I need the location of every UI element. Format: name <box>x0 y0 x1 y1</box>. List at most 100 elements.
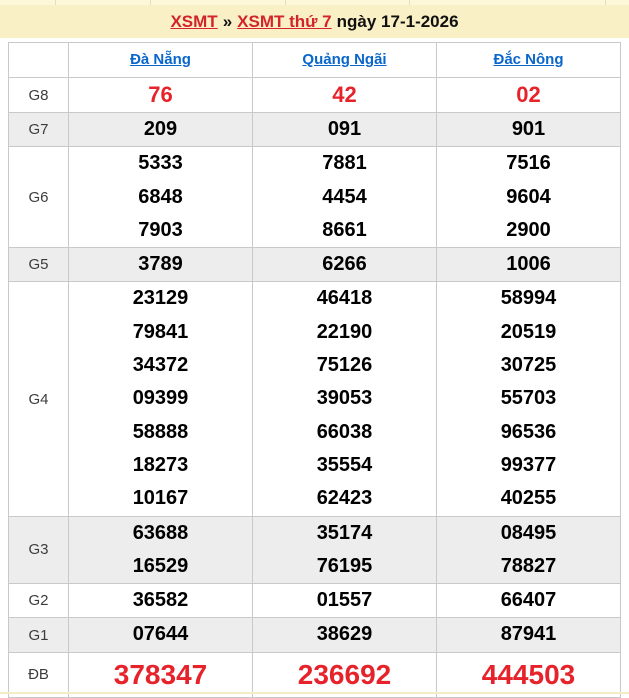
prize-numbers-cell: 66407 <box>436 583 621 619</box>
prize-label: G5 <box>8 247 69 283</box>
prize-number: 62423 <box>316 487 373 510</box>
corner-cell <box>8 42 69 78</box>
prize-number: 02 <box>516 82 541 107</box>
prize-numbers-cell: 3789 <box>68 247 253 283</box>
prize-number: 378347 <box>113 658 208 690</box>
prize-number: 42 <box>332 82 357 107</box>
prize-label: G2 <box>8 583 69 619</box>
prize-numbers-cell: 378347 <box>68 651 253 698</box>
prize-number: 3789 <box>138 253 183 276</box>
prize-numbers-cell: 1006 <box>436 247 621 283</box>
prize-numbers-cell: 87941 <box>436 617 621 653</box>
prize-number: 36582 <box>132 589 189 612</box>
prize-label: G7 <box>8 111 69 148</box>
prize-numbers-cell: 091 <box>252 111 437 148</box>
prize-label: G6 <box>8 146 69 249</box>
prize-number: 76 <box>148 82 173 107</box>
table-row: G1 07644 38629 87941 <box>8 617 621 653</box>
tab-divider <box>605 0 606 5</box>
prize-number: 55703 <box>500 387 557 410</box>
column-header-row: Đà Nẵng Quảng Ngãi Đắc Nông <box>8 42 621 78</box>
prize-number: 75126 <box>316 354 373 377</box>
prize-numbers-cell: 38629 <box>252 617 437 653</box>
prize-number: 87941 <box>500 623 557 646</box>
prize-number: 8661 <box>322 218 367 241</box>
prize-numbers-cell: 36582 <box>68 583 253 619</box>
prize-number: 444503 <box>481 658 576 690</box>
xsmt-link[interactable]: XSMT <box>170 12 217 32</box>
prize-numbers-cell: 7881 4454 8661 <box>252 146 437 249</box>
prize-number: 58888 <box>132 420 189 443</box>
prize-number: 10167 <box>132 487 189 510</box>
prize-numbers-cell: 01557 <box>252 583 437 619</box>
prize-number: 2900 <box>506 218 551 241</box>
tab-divider <box>285 0 286 5</box>
prize-numbers-cell: 02 <box>436 77 621 113</box>
prize-number: 39053 <box>316 387 373 410</box>
prize-numbers-cell: 901 <box>436 111 621 148</box>
prize-numbers-cell: 07644 <box>68 617 253 653</box>
prize-number: 01557 <box>316 589 373 612</box>
prize-number: 09399 <box>132 387 189 410</box>
prize-number: 63688 <box>132 521 189 544</box>
prize-label: G3 <box>8 515 69 585</box>
prize-number: 7881 <box>322 152 367 175</box>
tab-strip <box>0 0 629 5</box>
prize-number: 209 <box>143 118 178 140</box>
prize-number: 78827 <box>500 554 557 577</box>
results-table: Đà Nẵng Quảng Ngãi Đắc Nông G8 76 42 02 G7 20… <box>8 42 621 698</box>
prize-number: 6848 <box>138 185 183 208</box>
title-band: XSMT » XSMT thứ 7 ngày 17-1-2026 <box>0 5 629 38</box>
prize-number: 9604 <box>506 185 551 208</box>
prize-number: 34372 <box>132 354 189 377</box>
prize-number: 18273 <box>132 453 189 476</box>
prize-number: 16529 <box>132 554 189 577</box>
prize-number: 7516 <box>506 152 551 175</box>
prize-number: 66038 <box>316 420 373 443</box>
prize-numbers-cell: 236692 <box>252 651 437 698</box>
province-link[interactable]: Quảng Ngãi <box>302 51 386 68</box>
column-header-quang-ngai: Quảng Ngãi <box>252 42 437 78</box>
prize-number: 35554 <box>316 453 373 476</box>
prize-numbers-cell: 46418 22190 75126 39053 66038 35554 62423 <box>252 281 437 517</box>
prize-numbers-cell: 209 <box>68 111 253 148</box>
province-link[interactable]: Đà Nẵng <box>130 51 191 68</box>
prize-number: 58994 <box>500 287 557 310</box>
prize-label: ĐB <box>8 651 69 698</box>
xsmt-day-link[interactable]: XSMT thứ 7 <box>237 12 331 32</box>
table-row: ĐB 378347 236692 444503 <box>8 651 621 698</box>
prize-number: 76195 <box>316 554 373 577</box>
prize-number: 22190 <box>316 320 373 343</box>
table-row: G6 5333 6848 7903 7881 4454 8661 7516 9604 2900 <box>8 146 621 249</box>
tab-divider <box>55 0 56 5</box>
prize-number: 6266 <box>322 253 367 276</box>
prize-numbers-cell: 6266 <box>252 247 437 283</box>
prize-numbers-cell: 23129 79841 34372 09399 58888 18273 10167 <box>68 281 253 517</box>
prize-number: 1006 <box>506 253 551 276</box>
prize-number: 23129 <box>132 287 189 310</box>
prize-number: 5333 <box>138 152 183 175</box>
prize-number: 7903 <box>138 218 183 241</box>
prize-numbers-cell: 08495 78827 <box>436 515 621 585</box>
column-header-dac-nong: Đắc Nông <box>436 42 621 78</box>
prize-number: 40255 <box>500 487 557 510</box>
table-row: G3 63688 16529 35174 76195 08495 78827 <box>8 515 621 585</box>
breadcrumb-separator: » <box>222 11 233 31</box>
prize-number: 4454 <box>322 185 367 208</box>
prize-numbers-cell: 7516 9604 2900 <box>436 146 621 249</box>
tab-divider <box>150 0 151 5</box>
prize-number: 08495 <box>500 521 557 544</box>
prize-number: 901 <box>511 118 546 140</box>
prize-number: 46418 <box>316 287 373 310</box>
prize-number: 38629 <box>316 623 373 646</box>
prize-numbers-cell: 5333 6848 7903 <box>68 146 253 249</box>
table-row: G2 36582 01557 66407 <box>8 583 621 619</box>
draw-date: ngày 17-1-2026 <box>336 11 459 31</box>
prize-number: 66407 <box>500 589 557 612</box>
prize-number: 99377 <box>500 453 557 476</box>
province-link[interactable]: Đắc Nông <box>493 51 563 68</box>
table-row: G8 76 42 02 <box>8 77 621 113</box>
prize-numbers-cell: 58994 20519 30725 55703 96536 99377 40255 <box>436 281 621 517</box>
table-row: G5 3789 6266 1006 <box>8 247 621 283</box>
table-row: G4 23129 79841 34372 09399 58888 18273 10167 464… <box>8 281 621 517</box>
